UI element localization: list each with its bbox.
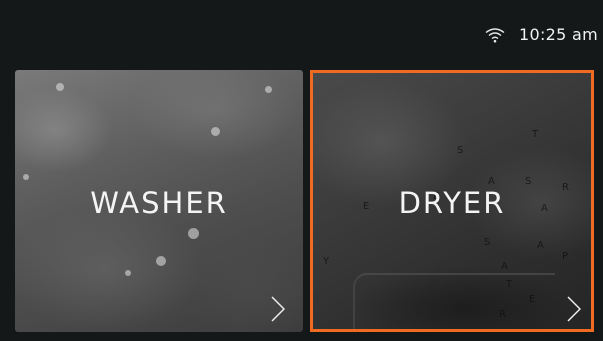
washer-bubble bbox=[156, 256, 166, 266]
fabric-print: Y bbox=[323, 256, 330, 267]
fabric-print: T bbox=[506, 279, 513, 290]
fabric-print: T bbox=[532, 129, 539, 140]
fabric-print: P bbox=[562, 251, 569, 262]
washer-tile[interactable]: WASHER bbox=[15, 70, 303, 332]
fabric-print: S bbox=[484, 237, 491, 248]
dryer-tile[interactable]: S T A S R A E E S A A P T Y R E DRYER bbox=[310, 70, 594, 332]
wifi-icon bbox=[485, 28, 505, 43]
washer-label: WASHER bbox=[90, 186, 228, 220]
washer-bubble bbox=[125, 270, 131, 276]
washer-bubble bbox=[211, 127, 220, 136]
washer-bubble bbox=[23, 174, 29, 180]
chevron-right-icon bbox=[271, 296, 285, 322]
fabric-print: S bbox=[457, 145, 464, 156]
status-bar: 10:25 am bbox=[0, 0, 603, 62]
fabric-print: A bbox=[501, 261, 508, 272]
washer-bubble bbox=[188, 228, 199, 239]
washer-bubble bbox=[265, 86, 272, 93]
dryer-pocket-seam bbox=[353, 273, 555, 329]
fabric-print: A bbox=[537, 240, 544, 251]
washer-bubble bbox=[56, 83, 64, 91]
clock-time: 10:25 am bbox=[519, 25, 598, 44]
chevron-right-icon bbox=[567, 296, 581, 322]
fabric-print: E bbox=[529, 294, 536, 305]
dryer-label: DRYER bbox=[398, 186, 506, 220]
fabric-print: R bbox=[499, 309, 506, 320]
